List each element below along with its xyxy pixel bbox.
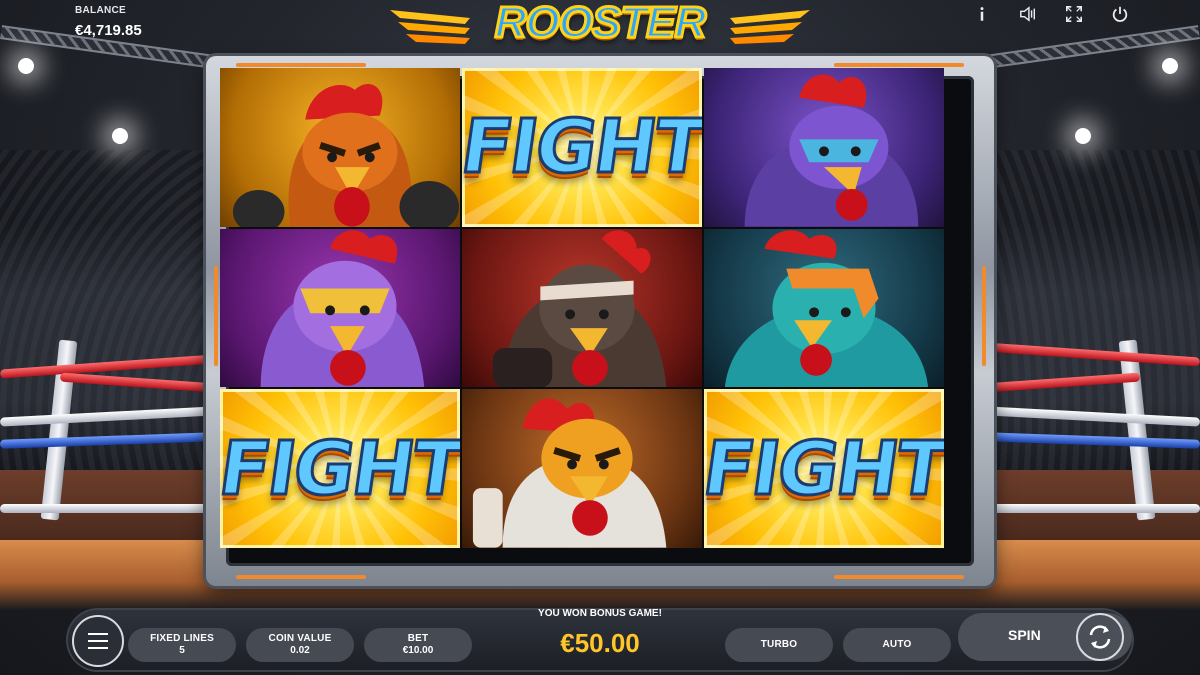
reel-grid: FIGHT FIGHT FIGHT <box>220 68 944 548</box>
rooster-icon <box>472 398 667 548</box>
spotlight <box>18 58 34 74</box>
power-icon[interactable] <box>1110 4 1130 24</box>
fixed-lines-value: 5 <box>179 645 185 656</box>
fight-symbol-label: FIGHT <box>462 103 702 192</box>
fixed-lines-display: FIXED LINES 5 <box>128 628 236 662</box>
reel-symbol-red-bandana-rooster <box>462 228 702 388</box>
fixed-lines-label: FIXED LINES <box>150 633 214 644</box>
spotlight <box>1162 58 1178 74</box>
auto-label: AUTO <box>882 639 912 650</box>
spotlight <box>112 128 128 144</box>
reel-symbol-fight: FIGHT <box>704 389 944 548</box>
fight-symbol-label: FIGHT <box>704 424 944 513</box>
reel-symbol-fight: FIGHT <box>462 68 702 227</box>
turbo-label: TURBO <box>760 639 798 650</box>
frame-accent <box>982 266 986 366</box>
rooster-icon <box>232 83 459 227</box>
balance-label: BALANCE <box>75 5 126 16</box>
spotlight <box>1075 128 1091 144</box>
reel-frame: FIGHT FIGHT FIGHT <box>206 56 994 586</box>
win-message: YOU WON BONUS GAME! <box>538 608 662 619</box>
menu-button[interactable] <box>72 615 124 667</box>
bet-value: €10.00 <box>402 645 434 656</box>
bet-label: BET <box>407 633 429 644</box>
spin-label: SPIN <box>1008 627 1041 643</box>
rooster-icon <box>260 229 425 388</box>
coin-value-label: COIN VALUE <box>268 633 332 644</box>
balance-value: €4,719.85 <box>75 22 142 39</box>
frame-accent <box>236 575 366 579</box>
wing-icon <box>730 10 810 44</box>
frame-accent <box>834 575 964 579</box>
hamburger-icon <box>88 640 108 642</box>
auto-button[interactable]: AUTO <box>843 628 951 662</box>
reel-symbol-orange-rooster <box>220 68 460 227</box>
reel-symbol-teal-headgear-rooster <box>704 228 944 388</box>
ring-rope <box>0 504 215 513</box>
reel-symbol-fight: FIGHT <box>220 389 460 548</box>
info-icon[interactable] <box>972 4 992 24</box>
frame-accent <box>236 63 366 67</box>
turbo-button[interactable]: TURBO <box>725 628 833 662</box>
spin-icon-button[interactable] <box>1076 613 1124 661</box>
fight-symbol-label: FIGHT <box>220 424 460 513</box>
frame-accent <box>834 63 964 67</box>
fullscreen-icon[interactable] <box>1064 4 1084 24</box>
coin-value-value: 0.02 <box>290 645 310 656</box>
game-logo: ROOSTER FURY <box>390 0 810 99</box>
sound-icon[interactable] <box>1018 4 1038 24</box>
reel-symbol-violet-hooded-rooster <box>220 228 460 388</box>
coin-value-selector[interactable]: COIN VALUE 0.02 <box>246 628 354 662</box>
bet-selector[interactable]: BET €10.00 <box>364 628 472 662</box>
top-toolbar <box>972 4 1130 24</box>
reel-symbol-orange-gi-rooster <box>462 389 702 548</box>
rooster-icon <box>724 229 929 388</box>
rooster-icon <box>744 74 919 227</box>
reel-symbol-purple-masked-rooster <box>704 68 944 227</box>
rooster-icon <box>492 229 667 388</box>
frame-accent <box>214 266 218 366</box>
refresh-icon <box>1089 625 1111 649</box>
win-amount: €50.00 <box>560 628 640 658</box>
ring-rope <box>985 504 1200 513</box>
